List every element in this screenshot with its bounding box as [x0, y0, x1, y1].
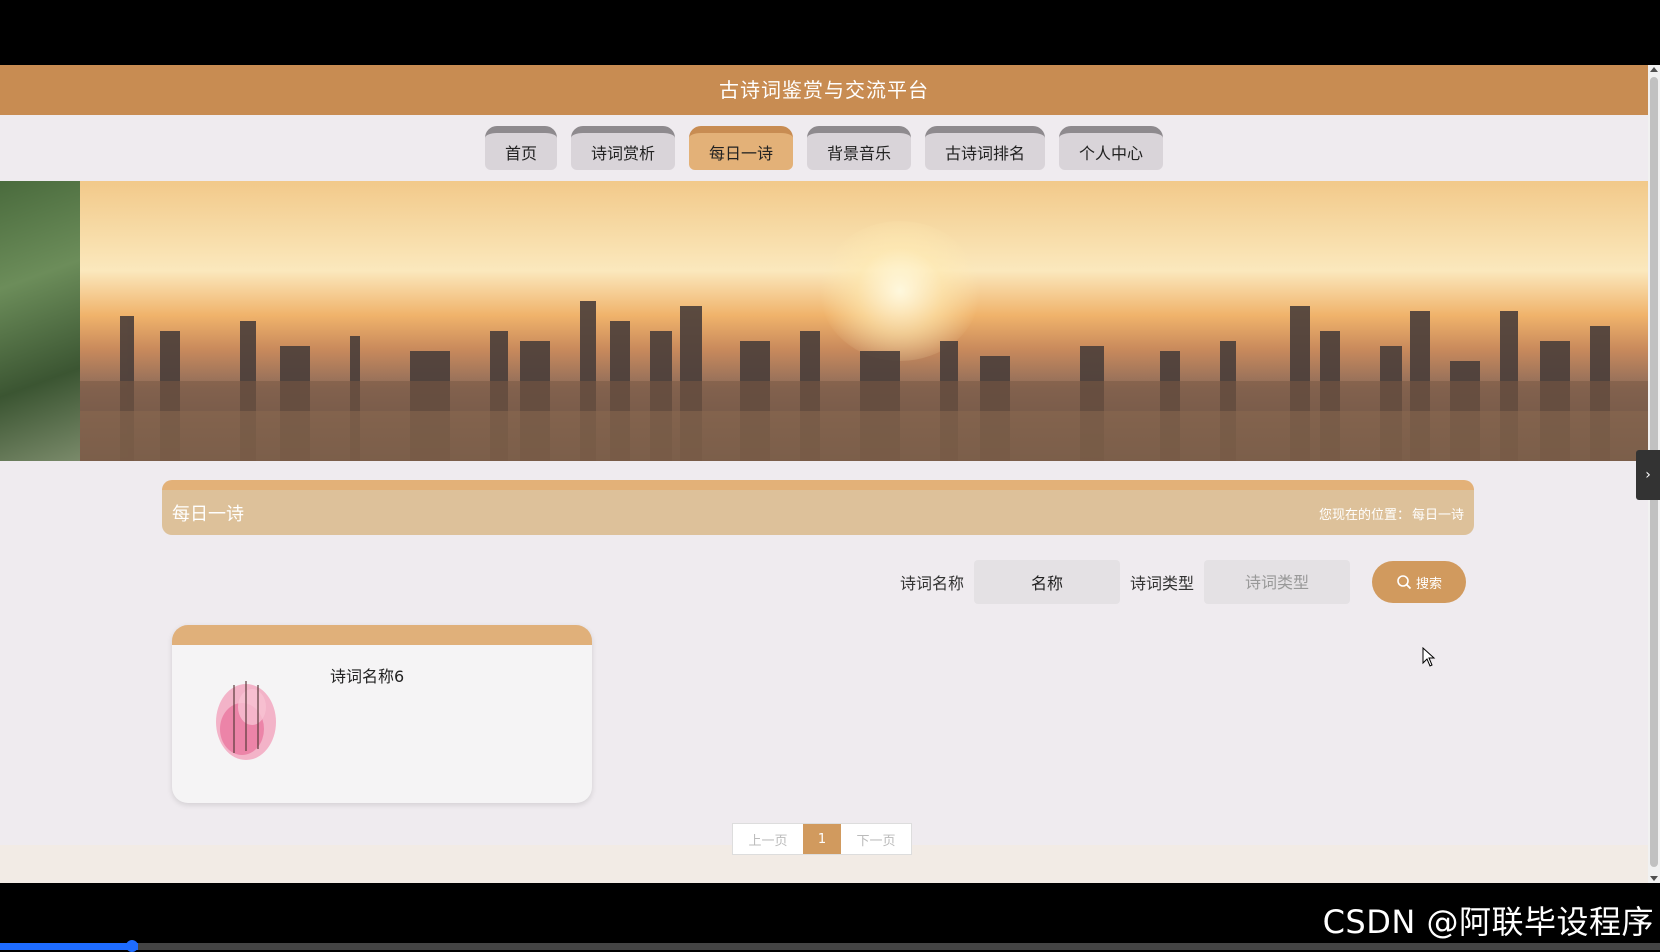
- nav-daily-poem[interactable]: 每日一诗: [688, 126, 793, 170]
- breadcrumb-current[interactable]: 每日一诗: [1412, 508, 1464, 523]
- search-bar: 诗词名称 诗词类型 搜索: [900, 560, 1467, 604]
- prev-page-button[interactable]: 上一页: [733, 824, 803, 854]
- site-title: 古诗词鉴赏与交流平台: [0, 65, 1648, 115]
- scroll-up-arrow-icon[interactable]: [1650, 67, 1658, 72]
- nav-home[interactable]: 首页: [484, 126, 557, 170]
- nav-poem-ranking[interactable]: 古诗词排名: [925, 126, 1046, 170]
- video-progress-fill: [0, 943, 138, 950]
- poem-card-title[interactable]: 诗词名称6: [330, 663, 404, 687]
- poem-card[interactable]: 诗词名称6: [172, 625, 592, 803]
- search-button-label: 搜索: [1416, 576, 1443, 592]
- breadcrumb-prefix: 您现在的位置：: [1318, 508, 1410, 523]
- side-panel-toggle[interactable]: ›: [1636, 450, 1660, 500]
- next-page-button[interactable]: 下一页: [841, 824, 911, 854]
- screen-top-bar: [0, 0, 1660, 65]
- pagination: 上一页 1 下一页: [732, 823, 912, 855]
- mouse-cursor-icon: [1422, 647, 1436, 667]
- video-progress-bar[interactable]: [0, 940, 1660, 952]
- browser-viewport: 古诗词鉴赏与交流平台 首页 诗词赏析 每日一诗 背景音乐 古诗词排名 个人中心: [0, 65, 1648, 883]
- nav-poem-appreciation[interactable]: 诗词赏析: [570, 126, 675, 170]
- section-title: 每日一诗: [172, 504, 244, 525]
- banner-leaf-edge: [0, 181, 80, 461]
- city-skyline-image: [80, 301, 1648, 461]
- section-header: 每日一诗 您现在的位置： 每日一诗: [162, 480, 1474, 535]
- hero-banner: [0, 181, 1648, 461]
- search-icon: [1397, 575, 1412, 590]
- watermark-text: CSDN @阿联毕设程序: [1322, 903, 1654, 941]
- chevron-right-icon: ›: [1645, 467, 1651, 483]
- page-number-current[interactable]: 1: [803, 824, 841, 854]
- poem-type-input[interactable]: [1204, 560, 1351, 604]
- poem-name-label: 诗词名称: [900, 574, 965, 593]
- breadcrumb: 您现在的位置： 每日一诗: [1319, 504, 1464, 523]
- scroll-down-arrow-icon[interactable]: [1650, 876, 1658, 881]
- poem-thumbnail-image[interactable]: [194, 667, 294, 767]
- poem-type-label: 诗词类型: [1130, 574, 1195, 593]
- poem-name-input[interactable]: [974, 560, 1121, 604]
- search-button[interactable]: 搜索: [1372, 561, 1467, 603]
- nav-background-music[interactable]: 背景音乐: [807, 126, 912, 170]
- video-progress-knob[interactable]: [126, 940, 138, 952]
- nav-personal-center[interactable]: 个人中心: [1059, 126, 1164, 170]
- main-nav: 首页 诗词赏析 每日一诗 背景音乐 古诗词排名 个人中心: [0, 115, 1648, 181]
